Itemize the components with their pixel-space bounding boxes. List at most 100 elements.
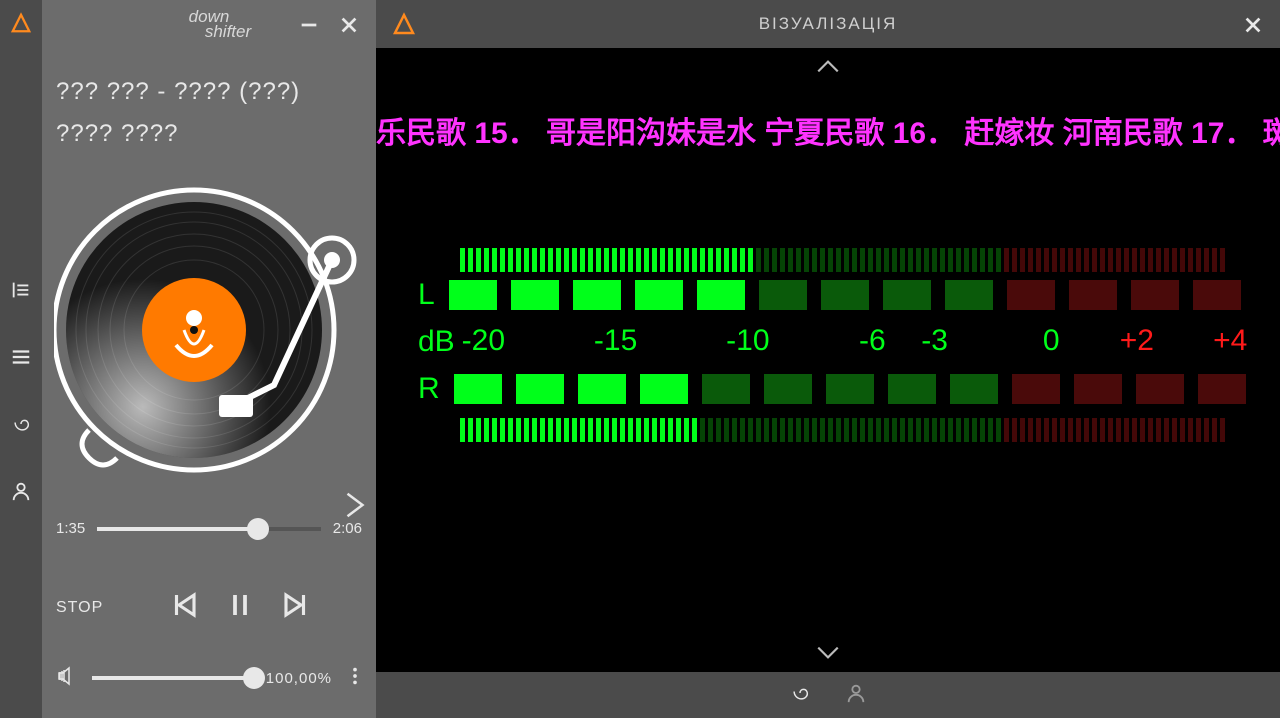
tick bbox=[476, 418, 481, 442]
spiral-icon[interactable] bbox=[10, 413, 32, 440]
app-title: down shifter bbox=[167, 8, 251, 40]
tick bbox=[1100, 248, 1105, 272]
tick bbox=[1204, 418, 1209, 442]
close-button[interactable] bbox=[338, 14, 360, 41]
user-icon[interactable] bbox=[845, 682, 867, 709]
tick bbox=[692, 418, 697, 442]
spiral-icon[interactable] bbox=[789, 682, 811, 709]
tick bbox=[1172, 418, 1177, 442]
next-button[interactable] bbox=[281, 590, 311, 625]
tick bbox=[468, 248, 473, 272]
tick bbox=[668, 248, 673, 272]
tick bbox=[940, 418, 945, 442]
user-icon[interactable] bbox=[10, 480, 32, 507]
meter-block bbox=[454, 374, 502, 404]
more-icon[interactable] bbox=[348, 665, 362, 691]
tick bbox=[764, 248, 769, 272]
meter-block bbox=[1198, 374, 1246, 404]
visualizer-close-button[interactable] bbox=[1242, 14, 1264, 41]
tick bbox=[1132, 248, 1137, 272]
tick bbox=[708, 248, 713, 272]
tick bbox=[628, 248, 633, 272]
tick bbox=[556, 248, 561, 272]
tick bbox=[1164, 418, 1169, 442]
tick bbox=[628, 418, 633, 442]
tick bbox=[620, 418, 625, 442]
tick bbox=[1180, 248, 1185, 272]
tick bbox=[636, 418, 641, 442]
tick bbox=[1156, 418, 1161, 442]
right-blocks bbox=[454, 374, 1246, 404]
tick bbox=[740, 418, 745, 442]
tick bbox=[972, 418, 977, 442]
meter-block bbox=[821, 280, 869, 310]
tick bbox=[1196, 248, 1201, 272]
tick bbox=[1052, 418, 1057, 442]
meter-block bbox=[1136, 374, 1184, 404]
chevron-down-icon[interactable] bbox=[815, 645, 841, 666]
tick bbox=[748, 418, 753, 442]
meter-block bbox=[1193, 280, 1241, 310]
tick bbox=[764, 418, 769, 442]
tick bbox=[756, 418, 761, 442]
tick bbox=[1084, 248, 1089, 272]
meter-block bbox=[516, 374, 564, 404]
tick bbox=[1140, 248, 1145, 272]
tick bbox=[996, 418, 1001, 442]
tick bbox=[748, 248, 753, 272]
tick bbox=[652, 248, 657, 272]
tick bbox=[948, 418, 953, 442]
tick bbox=[1020, 248, 1025, 272]
tick bbox=[796, 418, 801, 442]
turntable bbox=[54, 170, 364, 500]
time-elapsed: 1:35 bbox=[56, 520, 85, 537]
tick bbox=[940, 248, 945, 272]
tick bbox=[980, 248, 985, 272]
db-value: -20 bbox=[462, 324, 505, 358]
tick bbox=[812, 418, 817, 442]
app-title-line2: shifter bbox=[205, 23, 251, 40]
tick bbox=[852, 248, 857, 272]
meter-block bbox=[697, 280, 745, 310]
tick bbox=[964, 248, 969, 272]
pause-button[interactable] bbox=[225, 590, 255, 625]
chevron-up-icon[interactable] bbox=[815, 58, 841, 79]
tick bbox=[500, 418, 505, 442]
tick bbox=[676, 418, 681, 442]
tick bbox=[588, 418, 593, 442]
right-channel-row: R bbox=[418, 372, 1238, 406]
prev-button[interactable] bbox=[169, 590, 199, 625]
minimize-button[interactable] bbox=[298, 14, 320, 41]
playback-controls: STOP bbox=[56, 590, 362, 625]
tick bbox=[740, 248, 745, 272]
player-header: down shifter bbox=[42, 0, 376, 48]
tick bbox=[916, 248, 921, 272]
tick bbox=[532, 248, 537, 272]
volume-icon[interactable] bbox=[56, 664, 80, 692]
tick bbox=[788, 248, 793, 272]
tick bbox=[884, 418, 889, 442]
tick bbox=[1044, 248, 1049, 272]
tick bbox=[548, 418, 553, 442]
tick bbox=[908, 248, 913, 272]
menu-icon[interactable] bbox=[10, 346, 32, 373]
tick bbox=[756, 248, 761, 272]
bottom-ticks bbox=[460, 418, 1238, 442]
tick bbox=[876, 248, 881, 272]
db-value: -10 bbox=[726, 324, 769, 358]
marquee-text: 乐民歌 15． 哥是阳沟妹是水 宁夏民歌 16． 赶嫁妆 河南民歌 17． 斑鸠… bbox=[376, 108, 1280, 152]
tick bbox=[676, 248, 681, 272]
tick bbox=[724, 418, 729, 442]
tick bbox=[612, 248, 617, 272]
tick bbox=[1020, 418, 1025, 442]
progress-slider[interactable] bbox=[97, 527, 321, 531]
tick bbox=[812, 248, 817, 272]
tick bbox=[540, 248, 545, 272]
playlist-icon[interactable] bbox=[10, 279, 32, 306]
left-blocks bbox=[449, 280, 1241, 310]
tick bbox=[828, 418, 833, 442]
tick bbox=[492, 418, 497, 442]
tick bbox=[1212, 248, 1217, 272]
tick bbox=[524, 418, 529, 442]
volume-slider[interactable] bbox=[92, 676, 254, 680]
